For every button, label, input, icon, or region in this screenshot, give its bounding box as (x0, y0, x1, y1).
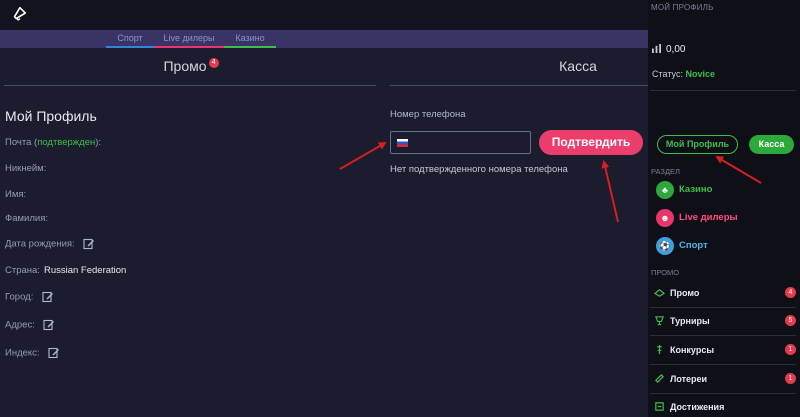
sidebar-item-achievements[interactable]: Достижения (654, 399, 796, 417)
promo-section-tab[interactable]: Промо 4 (4, 58, 376, 75)
nickname-field: Никнейм: (5, 163, 46, 174)
sidebar-item-achievements-label: Достижения (670, 402, 725, 412)
index-field: Индекс: (5, 347, 60, 359)
tab-sport-label: Спорт (117, 33, 143, 43)
contest-icon (657, 344, 662, 355)
russia-flag-icon[interactable] (397, 139, 408, 147)
sidebar-divider (650, 335, 796, 336)
profile-sidebar: МОЙ ПРОФИЛЬ 0,00 Статус: Novice Мой Проф… (648, 0, 800, 417)
sidebar-item-lotteries[interactable]: Лотереи 1 (654, 371, 796, 389)
surname-label: Фамилия: (5, 213, 48, 224)
arrow-to-confirm-button (601, 160, 619, 223)
live-dealer-icon: ☻ (656, 209, 674, 227)
edit-address-icon[interactable] (43, 319, 55, 331)
tab-sport[interactable]: Спорт (106, 33, 154, 48)
email-label: Почта ( (5, 137, 38, 148)
email-label-end: ): (95, 137, 102, 148)
kassa-button[interactable]: Касса (749, 135, 794, 154)
balance-value: 0,00 (666, 44, 686, 55)
promo-section-label: ПРОМО (651, 268, 680, 277)
sidebar-item-contests-label: Конкурсы (670, 345, 715, 355)
address-label: Адрес: (5, 319, 35, 331)
index-label: Индекс: (5, 347, 40, 359)
no-verified-phone-text: Нет подтвержденного номера телефона (390, 164, 568, 175)
confirm-phone-button[interactable]: Подтвердить (539, 130, 643, 155)
name-field: Имя: (5, 189, 26, 200)
ticket-icon (654, 373, 665, 384)
sidebar-item-tournaments-label: Турниры (670, 316, 710, 326)
sidebar-item-tournaments[interactable]: Турниры 5 (654, 313, 796, 331)
city-field: Город: (5, 291, 54, 303)
balance-display: 0,00 (652, 44, 685, 55)
promo-icon (654, 288, 665, 297)
trophy-icon (655, 316, 664, 326)
cashier-section-title: Касса (559, 58, 597, 74)
sidebar-item-sport-label: Спорт (679, 240, 708, 251)
birthdate-label: Дата рождения: (5, 238, 75, 250)
sidebar-item-live-dealers-label: Live дилеры (679, 212, 738, 223)
section-label: РАЗДЕЛ (651, 167, 680, 176)
top-bar (0, 0, 648, 30)
status-label: Статус: (652, 69, 686, 79)
tab-live-dealers-underline (154, 46, 224, 48)
sport-icon: ⚽ (656, 237, 674, 255)
sidebar-divider (650, 307, 796, 308)
edit-index-icon[interactable] (48, 347, 60, 359)
nav-strip (0, 30, 648, 48)
sidebar-item-promo-label: Промо (670, 288, 700, 298)
email-verified-status: подтвержден (37, 137, 96, 148)
sidebar-divider (650, 364, 796, 365)
tab-live-dealers-label: Live дилеры (163, 33, 215, 43)
sidebar-item-lotteries-label: Лотереи (670, 374, 708, 384)
promo-count-badge: 4 (785, 287, 796, 298)
country-value: Russian Federation (43, 265, 127, 276)
promo-divider (4, 85, 376, 86)
sidebar-item-casino-label: Казино (679, 184, 713, 195)
name-label: Имя: (5, 189, 27, 200)
promo-section-title: Промо (163, 58, 207, 74)
tournaments-count-badge: 5 (785, 315, 796, 326)
sidebar-item-promo[interactable]: Промо 4 (654, 285, 796, 303)
promo-count-badge: 4 (208, 58, 219, 68)
edit-birthdate-icon[interactable] (83, 238, 95, 250)
phone-number-label: Номер телефона (390, 109, 466, 120)
sidebar-divider (650, 393, 796, 394)
birthdate-field: Дата рождения: (5, 238, 95, 250)
tab-casino-underline (224, 46, 276, 48)
country-label: Страна: (5, 265, 40, 276)
nickname-label: Никнейм: (5, 163, 47, 174)
city-label: Город: (5, 291, 34, 303)
address-field: Адрес: (5, 319, 55, 331)
profile-heading: Мой Профиль (5, 108, 97, 124)
email-field: Почта (подтвержден): (5, 137, 101, 148)
sidebar-divider (650, 90, 796, 91)
status-line: Статус: Novice (652, 69, 715, 79)
status-value: Novice (685, 69, 715, 79)
my-profile-button[interactable]: Мой Профиль (657, 135, 738, 154)
bell-icon[interactable] (10, 5, 28, 23)
contests-count-badge: 1 (785, 344, 796, 355)
lotteries-count-badge: 1 (785, 373, 796, 384)
edit-city-icon[interactable] (42, 291, 54, 303)
bar-chart-icon (652, 44, 661, 53)
surname-field: Фамилия: (5, 213, 48, 224)
tab-casino[interactable]: Казино (224, 33, 276, 48)
sidebar-title: МОЙ ПРОФИЛЬ (651, 3, 714, 12)
tab-casino-label: Казино (235, 33, 265, 43)
achievement-icon (655, 402, 664, 411)
tab-sport-underline (106, 46, 154, 48)
country-field: Страна: Russian Federation (5, 265, 126, 276)
casino-icon: ♣ (656, 181, 674, 199)
tab-live-dealers[interactable]: Live дилеры (154, 33, 224, 48)
sidebar-item-contests[interactable]: Конкурсы 1 (654, 342, 796, 360)
phone-number-input[interactable] (390, 131, 531, 154)
cashier-divider (390, 85, 648, 86)
arrow-to-phone-input (339, 141, 387, 170)
